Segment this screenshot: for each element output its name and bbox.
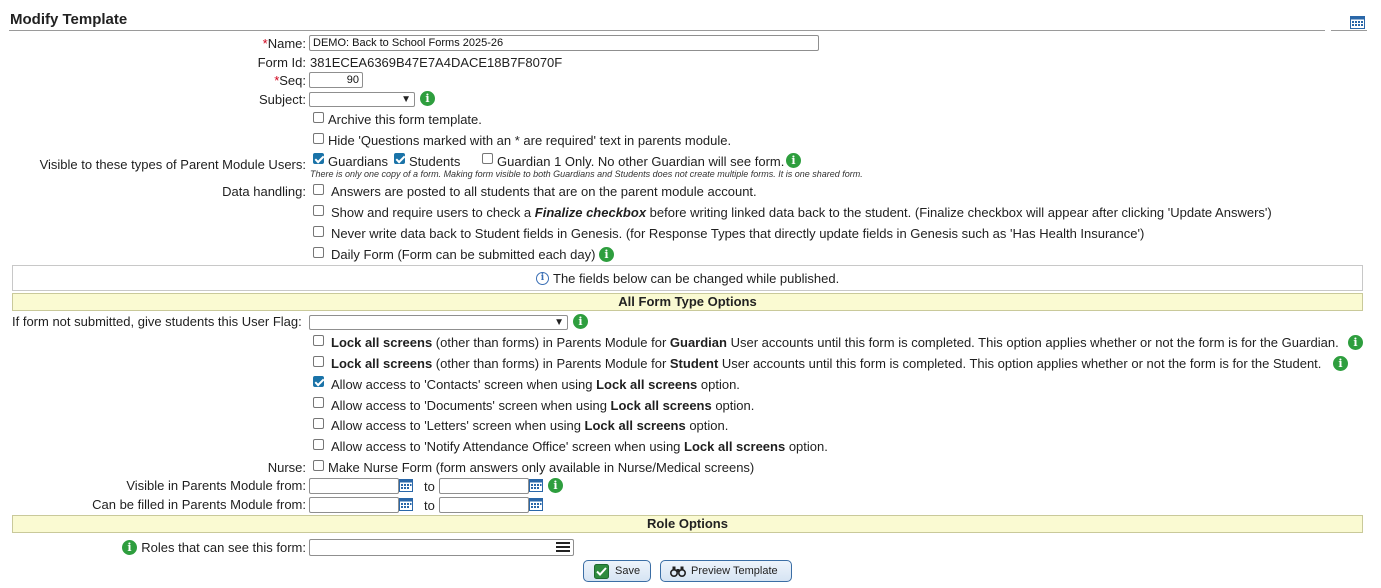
title-divider-right — [1331, 30, 1367, 31]
info-icon[interactable]: i — [573, 314, 588, 329]
calendar-icon[interactable] — [399, 478, 413, 492]
nurse-checkbox[interactable] — [313, 460, 324, 471]
info-icon[interactable]: i — [548, 478, 563, 493]
allow-attendance-checkbox[interactable] — [313, 439, 324, 450]
name-label: *Name: — [262, 36, 306, 51]
save-button[interactable]: Save — [583, 560, 651, 582]
archive-label: Archive this form template. — [328, 112, 482, 127]
name-input[interactable] — [309, 35, 819, 51]
visible-from-date[interactable] — [309, 478, 399, 494]
allow-contacts-label: Allow access to 'Contacts' screen when u… — [331, 377, 740, 392]
allow-letters-checkbox[interactable] — [313, 418, 324, 429]
finalize-checkbox[interactable] — [313, 205, 324, 216]
lock-student-checkbox[interactable] — [313, 356, 324, 367]
guardians-label: Guardians — [328, 154, 388, 169]
lock-guardian-label: Lock all screens (other than forms) in P… — [331, 335, 1339, 350]
filled-from-label: Can be filled in Parents Module from: — [92, 497, 306, 512]
save-label: Save — [615, 565, 641, 577]
lock-guardian-checkbox[interactable] — [313, 335, 324, 346]
calendar-icon[interactable] — [1350, 15, 1365, 29]
allow-attendance-label: Allow access to 'Notify Attendance Offic… — [331, 439, 828, 454]
form-id-label: Form Id: — [257, 55, 306, 70]
guardian1-checkbox[interactable] — [482, 153, 493, 164]
allow-contacts-checkbox[interactable] — [313, 376, 324, 387]
subject-label: Subject: — [259, 92, 306, 107]
visible-label: Visible to these types of Parent Module … — [39, 157, 306, 172]
info-icon[interactable]: i — [599, 247, 614, 262]
students-label: Students — [409, 154, 461, 169]
guardian1-label: Guardian 1 Only. No other Guardian will … — [497, 154, 785, 169]
chevron-down-icon: ▼ — [554, 317, 564, 328]
lock-student-label: Lock all screens (other than forms) in P… — [331, 356, 1322, 371]
preview-label: Preview Template — [691, 565, 778, 577]
subject-select[interactable]: ▼ — [309, 92, 415, 107]
roles-input[interactable] — [309, 539, 574, 556]
calendar-icon[interactable] — [399, 497, 413, 511]
check-icon — [594, 564, 609, 579]
user-flag-label: If form not submitted, give students thi… — [12, 314, 302, 329]
data-handling-label: Data handling: — [222, 184, 306, 199]
title-divider — [9, 30, 1325, 31]
all-form-options-header: All Form Type Options — [12, 293, 1363, 311]
nurse-option-label: Make Nurse Form (form answers only avail… — [328, 460, 755, 475]
hide-required-checkbox[interactable] — [313, 133, 324, 144]
never-write-label: Never write data back to Student fields … — [331, 226, 1145, 241]
allow-letters-label: Allow access to 'Letters' screen when us… — [331, 418, 729, 433]
posted-all-checkbox[interactable] — [313, 184, 324, 195]
info-icon[interactable]: i — [122, 540, 137, 555]
nurse-label: Nurse: — [267, 460, 306, 475]
calendar-icon[interactable] — [529, 478, 543, 492]
info-icon[interactable]: i — [786, 153, 801, 168]
visible-to-date[interactable] — [439, 478, 529, 494]
info-icon[interactable]: i — [420, 91, 435, 106]
finalize-label: Show and require users to check a Finali… — [331, 205, 1272, 220]
role-options-header: Role Options — [12, 515, 1363, 533]
user-flag-select[interactable]: ▼ — [309, 315, 568, 330]
published-note: The fields below can be changed while pu… — [553, 271, 840, 286]
info-outline-icon: i — [536, 272, 549, 285]
binoculars-icon — [670, 566, 686, 577]
info-icon[interactable]: i — [1333, 356, 1348, 371]
chevron-down-icon: ▼ — [401, 94, 411, 105]
allow-documents-checkbox[interactable] — [313, 397, 324, 408]
daily-form-label: Daily Form (Form can be submitted each d… — [331, 247, 596, 262]
preview-template-button[interactable]: Preview Template — [660, 560, 792, 582]
page-title: Modify Template — [10, 11, 128, 28]
visible-from-label: Visible in Parents Module from: — [126, 478, 306, 493]
hide-required-label: Hide 'Questions marked with an * are req… — [328, 133, 732, 148]
seq-label: *Seq: — [274, 73, 306, 88]
never-write-checkbox[interactable] — [313, 226, 324, 237]
roles-label: Roles that can see this form: — [141, 540, 306, 555]
calendar-icon[interactable] — [529, 497, 543, 511]
posted-all-label: Answers are posted to all students that … — [331, 184, 757, 199]
seq-input[interactable] — [309, 72, 363, 88]
form-id-value: 381ECEA6369B47E7A4DACE18B7F8070F — [310, 55, 563, 70]
students-checkbox[interactable] — [394, 153, 405, 164]
guardians-checkbox[interactable] — [313, 153, 324, 164]
visible-note: There is only one copy of a form. Making… — [310, 169, 863, 179]
daily-form-checkbox[interactable] — [313, 247, 324, 258]
archive-checkbox[interactable] — [313, 112, 324, 123]
menu-icon[interactable] — [556, 542, 570, 552]
filled-from-date[interactable] — [309, 497, 399, 513]
to-label: to — [424, 498, 435, 513]
to-label: to — [424, 479, 435, 494]
allow-documents-label: Allow access to 'Documents' screen when … — [331, 398, 755, 413]
info-icon[interactable]: i — [1348, 335, 1363, 350]
filled-to-date[interactable] — [439, 497, 529, 513]
